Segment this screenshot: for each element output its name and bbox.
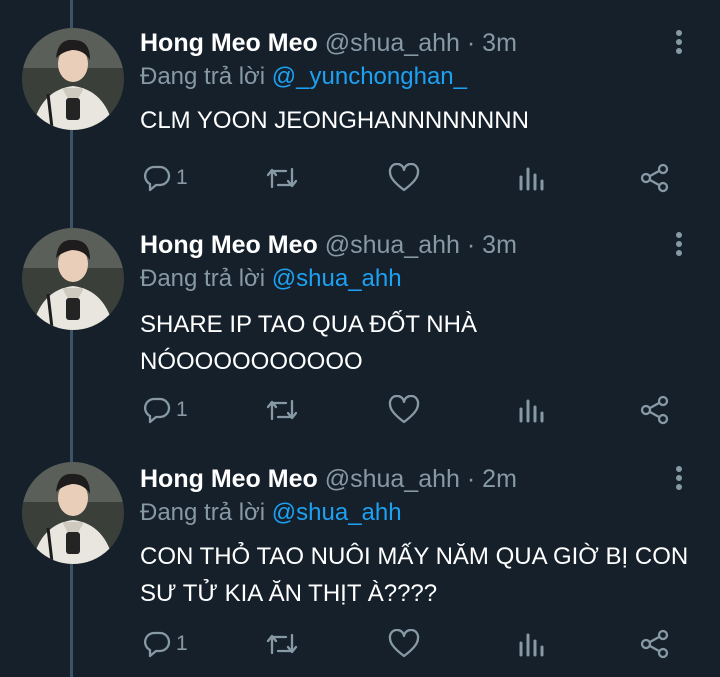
tweet-text: SHARE IP TAO QUA ĐỐT NHÀ NÓOOOOOOOOOO [140, 311, 477, 375]
analytics-icon [519, 633, 544, 657]
retweet-button[interactable] [264, 390, 300, 430]
reply-mention[interactable]: @_yunchonghan_ [272, 63, 467, 90]
reply-count: 1 [176, 632, 188, 655]
heart-icon [388, 629, 420, 658]
timestamp[interactable]: · 3m [467, 29, 517, 57]
avatar[interactable] [22, 462, 124, 564]
share-button[interactable] [640, 624, 670, 664]
share-button[interactable] [640, 390, 670, 430]
reply-context: Đang trả lời @_yunchonghan_ [140, 60, 467, 94]
more-icon[interactable] [674, 466, 684, 494]
tweet-header: Hong Meo Meo @shua_ahh · 2m [140, 462, 517, 496]
heart-icon [388, 395, 420, 424]
user-handle[interactable]: @shua_ahh [325, 465, 460, 493]
tweet-text: CON THỎ TAO NUÔI MẤY NĂM QUA GIỜ BỊ CON … [140, 543, 689, 607]
reply-button[interactable]: 1 [142, 390, 188, 430]
like-button[interactable] [388, 624, 420, 664]
reply-count: 1 [176, 166, 188, 189]
avatar[interactable] [22, 228, 124, 330]
user-handle[interactable]: @shua_ahh [325, 29, 460, 57]
reply-icon [143, 165, 171, 192]
reply-prefix: Đang trả lời [140, 63, 266, 90]
like-button[interactable] [388, 158, 420, 198]
retweet-button[interactable] [264, 158, 300, 198]
tweet-header: Hong Meo Meo @shua_ahh · 3m [140, 228, 517, 262]
display-name[interactable]: Hong Meo Meo [140, 465, 318, 493]
display-name[interactable]: Hong Meo Meo [140, 231, 318, 259]
more-icon[interactable] [674, 30, 684, 58]
user-handle[interactable]: @shua_ahh [325, 231, 460, 259]
more-icon[interactable] [674, 232, 684, 260]
reply-icon [143, 397, 171, 424]
retweet-icon [266, 167, 298, 189]
tweet-actions: 1 [0, 624, 720, 664]
retweet-icon [266, 399, 298, 421]
reply-count: 1 [176, 398, 188, 421]
reply-icon [143, 631, 171, 658]
like-button[interactable] [388, 390, 420, 430]
timestamp[interactable]: · 2m [467, 465, 517, 493]
analytics-button[interactable] [518, 158, 546, 198]
analytics-icon [519, 399, 544, 423]
reply-mention[interactable]: @shua_ahh [272, 265, 402, 292]
timestamp[interactable]: · 3m [467, 231, 517, 259]
tweet-header: Hong Meo Meo @shua_ahh · 3m [140, 26, 517, 60]
tweet-text: CLM YOON JEONGHANNNNNNNN [140, 107, 529, 134]
heart-icon [388, 163, 420, 192]
tweet-actions: 1 [0, 390, 720, 430]
reply-button[interactable]: 1 [142, 158, 188, 198]
reply-button[interactable]: 1 [142, 624, 188, 664]
reply-prefix: Đang trả lời [140, 265, 266, 292]
tweet-actions: 1 [0, 158, 720, 198]
share-button[interactable] [640, 158, 670, 198]
analytics-button[interactable] [518, 390, 546, 430]
reply-context: Đang trả lời @shua_ahh [140, 496, 402, 530]
analytics-button[interactable] [518, 624, 546, 664]
share-icon [640, 395, 669, 425]
retweet-icon [266, 633, 298, 655]
share-icon [640, 629, 669, 659]
analytics-icon [519, 167, 544, 191]
share-icon [640, 163, 669, 193]
reply-prefix: Đang trả lời [140, 499, 266, 526]
retweet-button[interactable] [264, 624, 300, 664]
avatar[interactable] [22, 28, 124, 130]
display-name[interactable]: Hong Meo Meo [140, 29, 318, 57]
reply-mention[interactable]: @shua_ahh [272, 499, 402, 526]
reply-context: Đang trả lời @shua_ahh [140, 262, 402, 296]
